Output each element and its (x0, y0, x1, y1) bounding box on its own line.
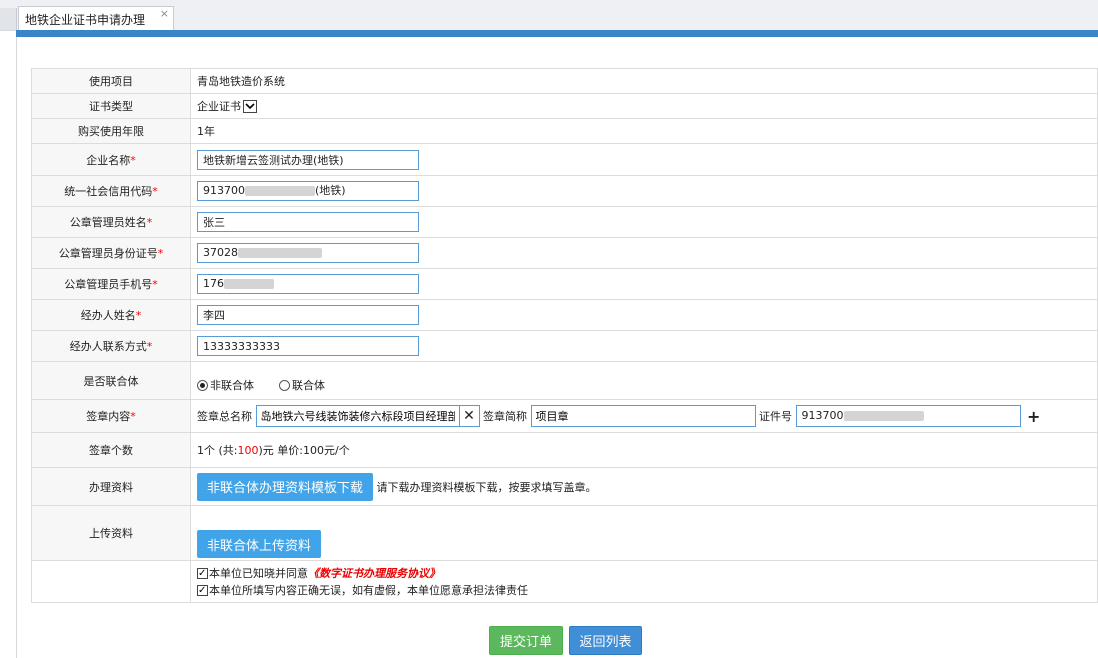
radio-unchecked-icon[interactable] (279, 380, 290, 391)
cert-no-prefix: 913700 (801, 409, 844, 422)
chevron-down-icon[interactable] (243, 99, 257, 113)
submit-order-button[interactable]: 提交订单 (489, 626, 563, 655)
admin-phone-input[interactable]: 176 (197, 274, 419, 294)
materials-label: 办理资料 (31, 467, 191, 506)
agreement-line-2: 本单位所填写内容正确无误，如有虚假，本单位愿意承担法律责任 (197, 582, 1097, 599)
credit-code-suffix: (地铁) (315, 184, 346, 197)
admin-id-label: 公章管理员身份证号 (58, 247, 158, 260)
admin-phone-prefix: 176 (203, 277, 224, 290)
seal-short-name-label: 签章简称 (483, 410, 527, 423)
download-template-button[interactable]: 非联合体办理资料模板下载 (197, 472, 374, 501)
redacted-mask (238, 248, 322, 258)
credit-code-input[interactable]: 913700 (地铁) (197, 181, 419, 201)
agent-name-label: 经办人姓名 (80, 309, 136, 322)
seal-count-text-1: 1个 (共: (197, 444, 238, 457)
row-years: 购买使用年限 1年 (31, 118, 1098, 144)
required-mark: * (146, 216, 153, 229)
agreement-line-1: 本单位已知晓并同意《数字证书办理服务协议》 (197, 565, 1097, 582)
years-label: 购买使用年限 (31, 118, 191, 144)
cert-type-value: 企业证书 (197, 100, 241, 113)
row-union: 是否联合体 非联合体 联合体 (31, 361, 1098, 400)
row-company: 企业名称* (31, 143, 1098, 176)
agent-contact-input[interactable] (197, 336, 419, 356)
seal-short-name-input[interactable] (530, 405, 756, 427)
service-agreement-link[interactable]: 《数字证书办理服务协议》 (308, 567, 440, 580)
tab-scroll-stub[interactable] (0, 8, 17, 30)
agent-contact-label: 经办人联系方式 (69, 340, 147, 353)
radio-union[interactable]: 联合体 (279, 379, 325, 392)
checkbox-checked-icon[interactable] (197, 565, 208, 582)
tab-title[interactable]: 地铁企业证书申请办理 (25, 11, 145, 28)
seal-count-text-2: )元 单价:100元/个 (258, 444, 350, 457)
agreement-text-2: 本单位所填写内容正确无误，如有虚假，本单位愿意承担法律责任 (209, 583, 528, 597)
company-label: 企业名称 (86, 153, 131, 167)
row-admin-id: 公章管理员身份证号* 37028 (31, 237, 1098, 269)
materials-hint: 请下载办理资料模板下载，按要求填写盖章。 (376, 480, 597, 494)
agent-name-input[interactable] (197, 305, 419, 325)
project-value: 青岛地铁造价系统 (190, 68, 1098, 94)
agreement-text-1: 本单位已知晓并同意 (209, 566, 308, 580)
radio-non-union-label: 非联合体 (210, 378, 254, 392)
checkbox-checked-icon[interactable] (197, 582, 208, 599)
radio-checked-icon[interactable] (197, 380, 208, 391)
add-seal-plus-icon[interactable]: + (1027, 407, 1040, 426)
project-label: 使用项目 (31, 68, 191, 94)
company-name-input[interactable] (197, 149, 419, 170)
admin-id-input[interactable]: 37028 (197, 243, 419, 263)
row-seal: 签章内容* 签章总名称 ✕ 签章简称 证件号 913700 + (31, 399, 1098, 433)
row-admin-phone: 公章管理员手机号* 176 (31, 268, 1098, 300)
required-mark: * (152, 278, 158, 291)
cert-type-label: 证书类型 (31, 93, 191, 119)
required-mark: * (146, 340, 153, 353)
tab-bar: 地铁企业证书申请办理 × (0, 0, 1098, 31)
required-mark: * (157, 247, 164, 260)
union-label: 是否联合体 (31, 361, 191, 400)
application-form: 使用项目 青岛地铁造价系统 证书类型 企业证书 购买使用年限 1年 企业名称* … (31, 68, 1098, 603)
row-seal-count: 签章个数 1个 (共:100)元 单价:100元/个 (31, 432, 1098, 468)
header-accent-bar (16, 30, 1098, 37)
radio-non-union[interactable]: 非联合体 (197, 379, 254, 392)
seal-label: 签章内容 (86, 410, 131, 423)
tab-current[interactable]: 地铁企业证书申请办理 × (18, 6, 174, 30)
tab-close-icon[interactable]: × (160, 7, 169, 20)
redacted-mask (843, 411, 924, 421)
admin-phone-label: 公章管理员手机号 (64, 278, 153, 291)
upload-label: 上传资料 (31, 505, 191, 561)
cert-type-select[interactable]: 企业证书 (197, 98, 257, 114)
upload-materials-button[interactable]: 非联合体上传资料 (197, 530, 322, 558)
row-agreement: 本单位已知晓并同意《数字证书办理服务协议》 本单位所填写内容正确无误，如有虚假，… (31, 560, 1098, 603)
radio-union-label: 联合体 (292, 378, 325, 392)
row-agent-name: 经办人姓名* (31, 299, 1098, 331)
redacted-mask (224, 279, 274, 289)
row-upload: 上传资料 非联合体上传资料 (31, 505, 1098, 561)
row-agent-contact: 经办人联系方式* (31, 330, 1098, 362)
required-mark: * (152, 185, 158, 198)
row-credit-code: 统一社会信用代码* 913700 (地铁) (31, 175, 1098, 207)
back-to-list-button[interactable]: 返回列表 (569, 626, 642, 655)
row-cert-type: 证书类型 企业证书 (31, 93, 1098, 119)
seal-count-label: 签章个数 (31, 432, 191, 468)
required-mark: * (135, 309, 142, 322)
admin-name-label: 公章管理员姓名 (69, 216, 147, 229)
seal-full-name-input[interactable] (255, 405, 460, 427)
cert-no-label: 证件号 (759, 410, 792, 423)
credit-code-prefix: 913700 (203, 184, 245, 197)
clear-icon[interactable]: ✕ (459, 405, 480, 427)
admin-id-prefix: 37028 (203, 246, 238, 259)
credit-code-label: 统一社会信用代码 (64, 185, 153, 198)
redacted-mask (245, 186, 315, 196)
row-admin-name: 公章管理员姓名* (31, 206, 1098, 238)
seal-count-value: 1个 (共:100)元 单价:100元/个 (190, 432, 1098, 468)
content-left-border (16, 37, 17, 658)
admin-name-input[interactable] (197, 212, 419, 232)
seal-full-name-label: 签章总名称 (197, 410, 252, 423)
seal-count-total: 100 (237, 444, 259, 457)
cert-no-input[interactable]: 913700 (795, 405, 1021, 427)
row-project: 使用项目 青岛地铁造价系统 (31, 68, 1098, 94)
required-mark: * (130, 410, 136, 423)
years-value: 1年 (190, 118, 1098, 144)
required-mark: * (130, 153, 136, 167)
row-materials: 办理资料 非联合体办理资料模板下载 请下载办理资料模板下载，按要求填写盖章。 (31, 467, 1098, 506)
